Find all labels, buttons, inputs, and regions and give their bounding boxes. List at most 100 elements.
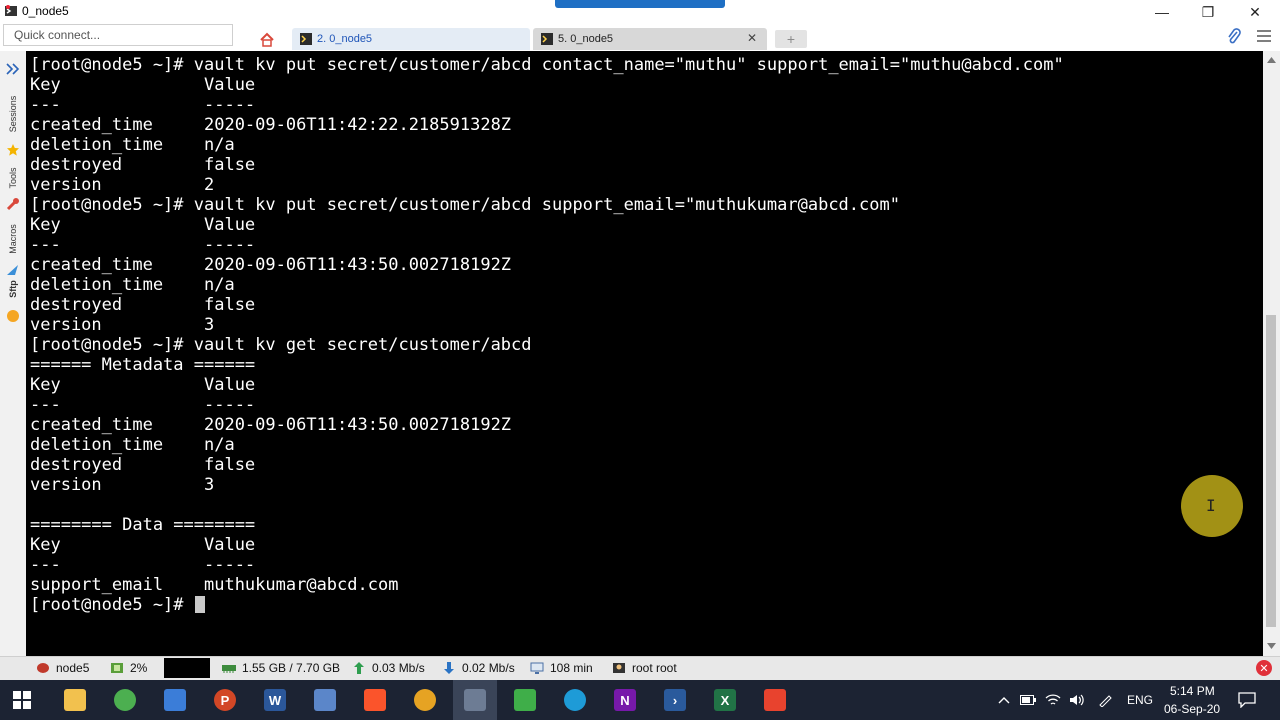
- status-host: node5: [36, 656, 89, 680]
- taskbar-app-word[interactable]: W: [253, 680, 297, 720]
- host-label: node5: [56, 661, 90, 675]
- clock-date[interactable]: 06-Sep-20: [1164, 702, 1220, 716]
- terminal-line: --- -----: [30, 235, 256, 255]
- tab-label: 2. 0_node5: [317, 33, 373, 45]
- terminal-line: --- -----: [30, 555, 256, 575]
- session-tab-5[interactable]: 5. 0_node5 ✕: [533, 28, 767, 50]
- terminal-line: Key Value: [30, 215, 256, 235]
- terminal-line: support_email muthukumar@abcd.com: [30, 575, 399, 595]
- taskbar-app-mobaxterm[interactable]: [453, 680, 497, 720]
- uptime-label: 108 min: [550, 661, 593, 675]
- cpu-graph: [164, 658, 210, 678]
- windows-logo-icon: [13, 691, 31, 709]
- taskbar-app-media[interactable]: [403, 680, 447, 720]
- language-indicator[interactable]: ENG: [1127, 680, 1153, 720]
- scroll-up-icon: [1267, 57, 1276, 63]
- terminal-line: destroyed false: [30, 455, 256, 475]
- hamburger-menu-icon[interactable]: [1256, 28, 1272, 47]
- minimize-button[interactable]: —: [1139, 0, 1185, 24]
- download-label: 0.02 Mb/s: [462, 661, 515, 675]
- taskbar-app-network-tool[interactable]: [303, 680, 347, 720]
- terminal-line: Key Value: [30, 375, 256, 395]
- status-upload: 0.03 Mb/s: [352, 656, 425, 680]
- tab-close-icon[interactable]: ✕: [747, 31, 757, 45]
- mobaxterm-app-icon: [4, 4, 18, 18]
- terminal-line: --- -----: [30, 395, 256, 415]
- terminal-line: ======== Data ========: [30, 515, 256, 535]
- camtasia-recorder-icon: [764, 689, 786, 711]
- taskbar-app-camtasia[interactable]: [503, 680, 547, 720]
- terminal-tab-icon: [541, 33, 553, 45]
- quick-connect-input[interactable]: Quick connect...: [3, 24, 233, 46]
- tab-label: 5. 0_node5: [558, 33, 614, 45]
- user-icon: [613, 663, 625, 673]
- new-tab-button[interactable]: +: [775, 30, 807, 48]
- session-tab-2[interactable]: 2. 0_node5: [292, 28, 530, 50]
- taskbar-app-camtasia-recorder[interactable]: [753, 680, 797, 720]
- brave-icon: [364, 689, 386, 711]
- home-tab[interactable]: [254, 29, 280, 49]
- notifications-icon[interactable]: [1238, 680, 1256, 720]
- terminal-line: created_time 2020-09-06T11:43:50.0027181…: [30, 415, 512, 435]
- monitor-icon: [530, 662, 544, 674]
- taskbar-app-file-explorer[interactable]: [53, 680, 97, 720]
- taskbar-app-remote-desktop[interactable]: [153, 680, 197, 720]
- media-app-icon: [414, 689, 436, 711]
- terminal-line: version 2: [30, 175, 215, 195]
- onenote-icon: N: [614, 689, 636, 711]
- word-icon: W: [264, 689, 286, 711]
- file-explorer-icon: [64, 689, 86, 711]
- terminal-line: Key Value: [30, 535, 256, 555]
- pen-icon[interactable]: [1098, 680, 1114, 720]
- powershell-icon: ›: [664, 689, 686, 711]
- status-close-icon[interactable]: ✕: [1256, 660, 1272, 676]
- close-button[interactable]: ✕: [1232, 0, 1278, 24]
- scroll-down-icon: [1267, 643, 1276, 649]
- taskbar-app-onenote[interactable]: N: [603, 680, 647, 720]
- terminal-line: --- -----: [30, 95, 256, 115]
- terminal-line: deletion_time n/a: [30, 435, 235, 455]
- status-uptime: 108 min: [530, 656, 593, 680]
- scrollbar-thumb[interactable]: [1266, 315, 1276, 627]
- home-icon: [260, 32, 274, 47]
- terminal-pane[interactable]: [root@node5 ~]# vault kv put secret/cust…: [26, 51, 1263, 656]
- users-label: root root: [632, 661, 677, 675]
- terminal-tab-icon: [300, 33, 312, 45]
- wifi-icon[interactable]: [1045, 680, 1061, 720]
- edge-icon: [564, 689, 586, 711]
- prompt-line[interactable]: [root@node5 ~]#: [30, 595, 1064, 615]
- memory-icon: [222, 665, 236, 673]
- paperclip-icon[interactable]: [1226, 28, 1242, 49]
- terminal-line: [root@node5 ~]# vault kv put secret/cust…: [30, 195, 900, 215]
- powerpoint-icon: P: [214, 689, 236, 711]
- chrome-icon: [114, 689, 136, 711]
- status-users: root root: [612, 656, 677, 680]
- volume-icon[interactable]: [1069, 680, 1085, 720]
- taskbar-app-brave[interactable]: [353, 680, 397, 720]
- expand-dock-icon[interactable]: [6, 63, 20, 78]
- start-button[interactable]: [0, 680, 44, 720]
- excel-icon: X: [714, 689, 736, 711]
- maximize-button[interactable]: ❐: [1185, 0, 1231, 24]
- terminal-line: destroyed false: [30, 295, 256, 315]
- terminal-line: version 3: [30, 475, 215, 495]
- recording-indicator: [555, 0, 725, 8]
- text-cursor: [194, 596, 205, 613]
- taskbar-app-chrome[interactable]: [103, 680, 147, 720]
- remote-desktop-icon: [164, 689, 186, 711]
- terminal-line: created_time 2020-09-06T11:43:50.0027181…: [30, 255, 512, 275]
- shell-prompt: [root@node5 ~]#: [30, 595, 194, 615]
- taskbar-app-edge[interactable]: [553, 680, 597, 720]
- taskbar-app-powerpoint[interactable]: P: [203, 680, 247, 720]
- terminal-line: ====== Metadata ======: [30, 355, 256, 375]
- status-download: 0.02 Mb/s: [442, 656, 515, 680]
- taskbar-app-excel[interactable]: X: [703, 680, 747, 720]
- taskbar-app-powershell[interactable]: ›: [653, 680, 697, 720]
- tray-overflow-icon[interactable]: [998, 680, 1010, 720]
- clock-time[interactable]: 5:14 PM: [1170, 684, 1215, 698]
- terminal-line: [root@node5 ~]# vault kv put secret/cust…: [30, 55, 1064, 75]
- battery-icon[interactable]: [1020, 680, 1036, 720]
- sessions-dock-item[interactable]: Sessions: [8, 84, 18, 144]
- terminal-line: destroyed false: [30, 155, 256, 175]
